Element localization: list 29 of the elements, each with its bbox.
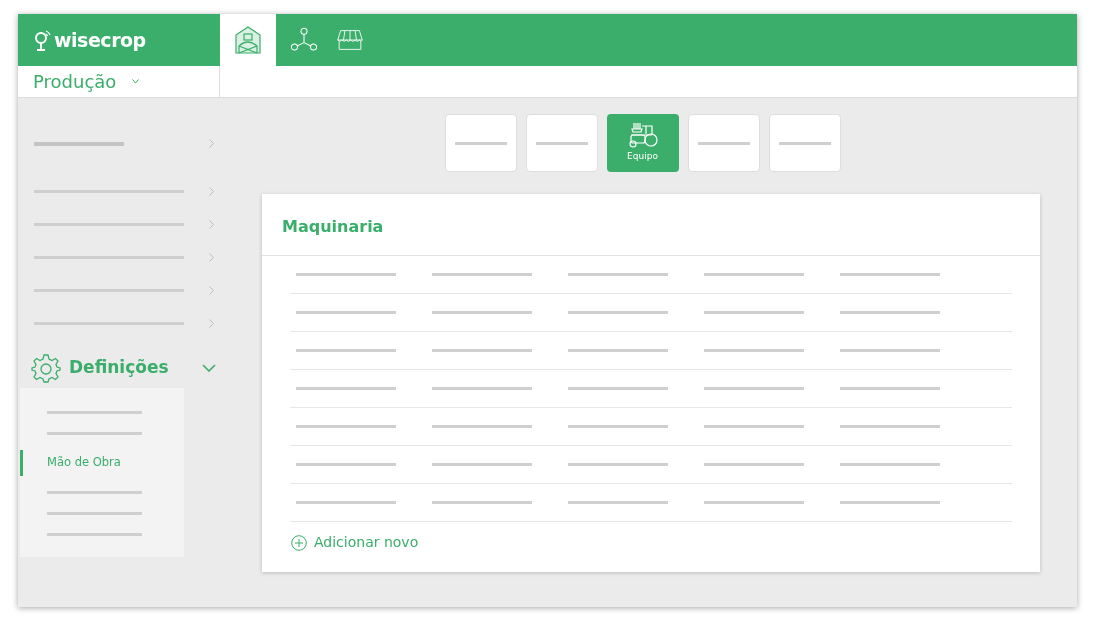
category-tile[interactable] xyxy=(525,114,598,172)
chevron-right-icon xyxy=(209,319,214,328)
gear-icon xyxy=(31,353,61,383)
placeholder-line xyxy=(697,141,750,145)
nav-tab[interactable] xyxy=(220,14,276,66)
chevron-right-icon xyxy=(209,139,214,148)
placeholder-line xyxy=(778,141,831,145)
chevron-down-icon xyxy=(132,79,140,84)
add-new-link[interactable]: Adicionar novo xyxy=(291,532,419,553)
chevron-right-icon xyxy=(209,253,214,262)
category-tile[interactable] xyxy=(444,114,517,172)
logo-text: wisecrop xyxy=(54,27,146,53)
chevron-right-icon xyxy=(209,286,214,295)
category-tile[interactable] xyxy=(687,114,760,172)
card-title: Maquinaria xyxy=(282,216,384,238)
submenu-item[interactable]: Mão de Obra xyxy=(20,450,184,476)
placeholder-line xyxy=(454,141,507,145)
chevron-right-icon xyxy=(209,220,214,229)
chevron-right-icon xyxy=(209,187,214,196)
category-tile[interactable] xyxy=(768,114,841,172)
network-icon xyxy=(291,26,317,54)
module-dropdown[interactable]: Produção xyxy=(18,66,220,97)
settings-section-header[interactable]: Definições xyxy=(18,348,220,388)
tractor-icon xyxy=(627,122,658,149)
plus-circle-icon xyxy=(291,534,307,551)
category-tile[interactable]: Equipo xyxy=(606,114,679,172)
barn-icon xyxy=(235,26,261,54)
chevron-down-icon xyxy=(202,364,216,372)
placeholder-line xyxy=(535,141,588,145)
